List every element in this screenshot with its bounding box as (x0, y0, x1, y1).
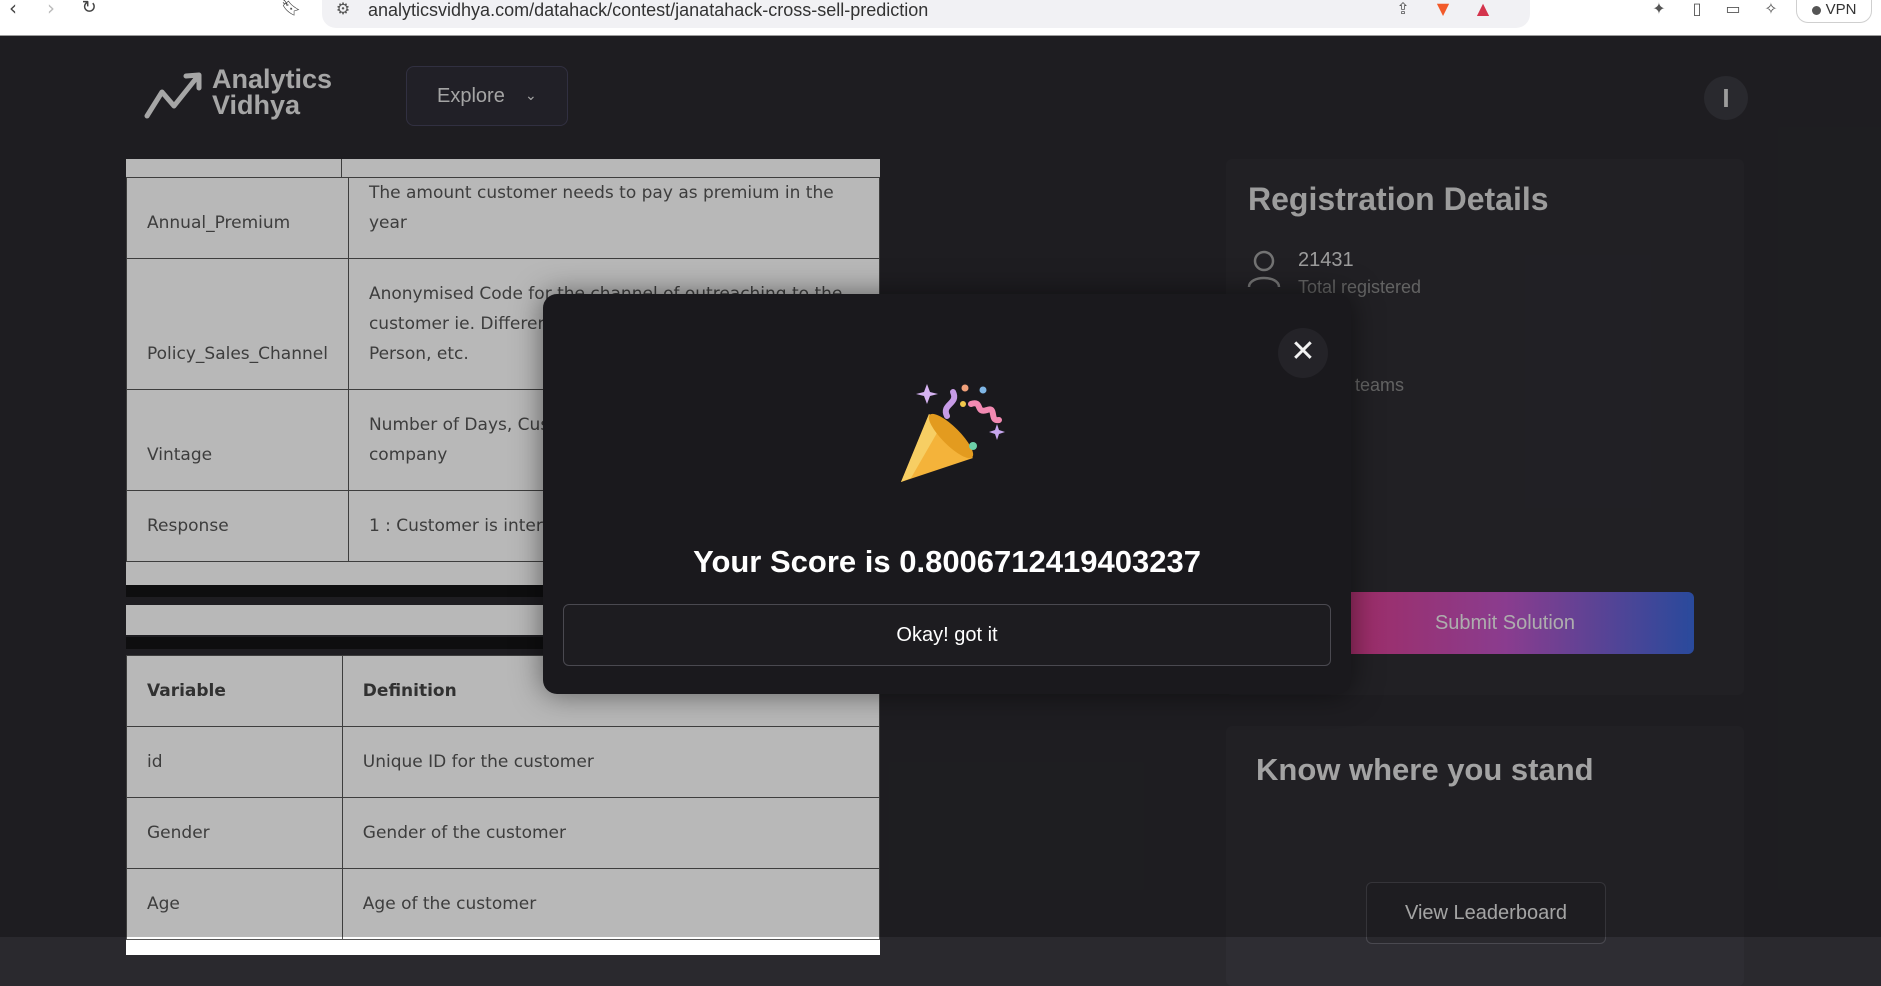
bookmark-icon[interactable]: 🔖︎ (280, 0, 302, 20)
extensions-icon[interactable]: ✦ (1648, 0, 1670, 20)
site-info-icon[interactable]: ⚙ (332, 0, 354, 20)
score-modal: ✕ Your Score is 0.8006712419403237 Okay!… (543, 294, 1351, 694)
okay-got-it-button[interactable]: Okay! got it (563, 604, 1331, 666)
vpn-label: VPN (1825, 1, 1857, 18)
forward-icon[interactable]: › (40, 0, 62, 20)
vpn-button[interactable]: VPN (1796, 0, 1872, 23)
url-text[interactable]: analyticsvidhya.com/datahack/contest/jan… (368, 0, 928, 20)
party-popper-icon (901, 384, 1005, 482)
brave-shield-icon[interactable]: ▼ (1432, 0, 1454, 20)
close-icon[interactable]: ✕ (1278, 328, 1328, 378)
brave-rewards-icon[interactable]: ▲ (1472, 0, 1494, 20)
score-text: Your Score is 0.8006712419403237 (693, 544, 1201, 579)
share-icon[interactable]: ⇪ (1392, 0, 1414, 20)
leo-ai-icon[interactable]: ✧ (1760, 0, 1782, 20)
sidebar-icon[interactable]: ▯ (1686, 0, 1708, 20)
browser-toolbar: ‹ › ↻ 🔖︎ ⚙ analyticsvidhya.com/datahack/… (0, 0, 1881, 36)
back-icon[interactable]: ‹ (2, 0, 24, 20)
wallet-icon[interactable]: ▭ (1722, 0, 1744, 20)
address-bar[interactable]: ⚙ analyticsvidhya.com/datahack/contest/j… (322, 0, 1530, 28)
vpn-status-icon (1811, 5, 1821, 15)
reload-icon[interactable]: ↻ (78, 0, 100, 20)
